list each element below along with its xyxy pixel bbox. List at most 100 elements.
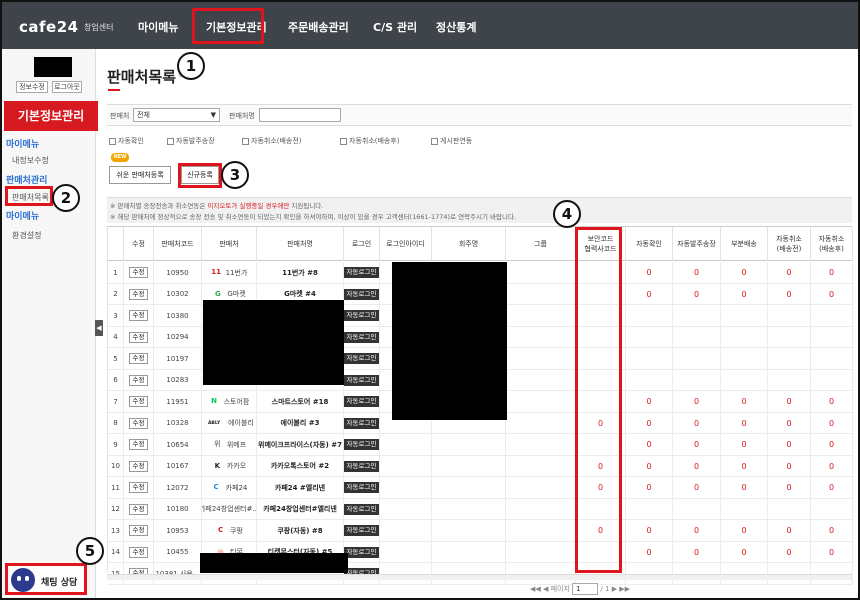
auto-login-button[interactable]: 자동로그인 <box>344 482 379 493</box>
checkbox-auto-cancel-after[interactable]: 자동취소(배송후) <box>340 136 400 146</box>
chat-consult-button[interactable]: 채팅 상담 <box>5 563 87 595</box>
cell-edit: 수정 <box>124 541 154 563</box>
checkbox-auto-invoice[interactable]: 자동발주송장 <box>167 136 215 146</box>
cell-login-id <box>380 455 432 477</box>
auto-login-button[interactable]: 자동로그인 <box>344 546 379 558</box>
table-row[interactable]: 11 수정 12072 C 카페24 카페24 #엘리넨 자동로그인 0 0 0 0 0 0 <box>108 477 853 499</box>
cafe24-logo[interactable]: cafe24 <box>19 18 79 36</box>
highlight-box-security-code-column <box>575 227 622 573</box>
zero-value: 0 <box>828 397 835 406</box>
zero-value: 0 <box>646 483 652 492</box>
header-partial-ship: 부분배송 <box>721 227 768 261</box>
sidebar-head-my-menu-2[interactable]: 마이메뉴 <box>6 209 39 222</box>
cell-code: 10302 <box>154 283 202 305</box>
cell-no: 1 <box>108 262 124 283</box>
pager-prev[interactable]: ◀◀ ◀ <box>530 585 548 593</box>
table-row[interactable]: 12 수정 10180 카페24창업센터#... 카페24창업센터#엘리넨 자동로그인 <box>108 498 853 520</box>
edit-button[interactable]: 수정 <box>128 353 149 364</box>
sidebar-head-seller-mgmt[interactable]: 판매처관리 <box>6 173 47 186</box>
cell-code: 11951 <box>154 391 202 412</box>
cell-auto-cancel-after: 0 <box>811 541 853 563</box>
seller-table: 수정 판매처코드 판매처 판매처명 로그인 로그인아이디 회주명 그룹 보안코드 협력사코드 자동… <box>107 226 853 585</box>
seller-code: 10294 <box>166 333 189 341</box>
nav-my-menu[interactable]: 마이메뉴 <box>138 19 178 35</box>
edit-button[interactable]: 수정 <box>128 482 149 493</box>
zero-value: 0 <box>741 397 747 406</box>
edit-button[interactable]: 수정 <box>128 267 149 278</box>
auto-login-button[interactable]: 자동로그인 <box>344 417 379 429</box>
nav-order-shipping[interactable]: 주문배송관리 <box>288 19 349 35</box>
table-row[interactable]: 13 수정 10953 C 쿠팡 쿠팡(자동) #8 자동로그인 0 0 0 0 0 0 <box>108 520 853 542</box>
cell-auto-invoice: 0 <box>673 391 721 412</box>
checkbox-board-link[interactable]: 게시판연동 <box>431 136 472 146</box>
auto-login-button[interactable]: 자동로그인 <box>344 310 379 321</box>
seller-select[interactable]: 전체 ▼ <box>133 108 220 122</box>
edit-button[interactable]: 수정 <box>128 331 149 343</box>
cell-edit: 수정 <box>124 262 154 283</box>
cell-group <box>506 391 576 412</box>
sidebar-item-edit-profile[interactable]: 내정보수정 <box>12 155 49 166</box>
auto-login-button[interactable]: 자동로그인 <box>344 374 379 386</box>
page-input[interactable]: 1 <box>572 583 599 595</box>
mall-logo-icon: ABLY <box>207 420 221 426</box>
sidebar-collapse-toggle[interactable]: ◀ <box>95 320 103 336</box>
edit-button[interactable]: 수정 <box>128 288 149 300</box>
zero-value: 0 <box>693 268 700 277</box>
cell-auto-confirm <box>626 498 673 520</box>
mall-name: 카카오 <box>226 462 247 470</box>
checkbox-auto-confirm[interactable]: 자동확인 <box>109 136 144 146</box>
edit-button[interactable]: 수정 <box>128 439 149 450</box>
seller-name-input[interactable] <box>259 108 341 122</box>
cell-partial-ship: 0 <box>721 455 768 477</box>
nav-cs[interactable]: C/S 관리 <box>373 19 417 35</box>
sidebar-head-my-menu[interactable]: 마이메뉴 <box>6 137 39 150</box>
auto-login-button[interactable]: 자동로그인 <box>344 396 379 407</box>
edit-button[interactable]: 수정 <box>128 374 149 386</box>
edit-button[interactable]: 수정 <box>128 546 149 558</box>
row-number: 12 <box>111 505 120 513</box>
auto-login-button[interactable]: 자동로그인 <box>344 503 379 515</box>
cell-auto-invoice: 0 <box>673 455 721 477</box>
horizontal-scrollbar[interactable] <box>107 574 852 580</box>
auto-login-button[interactable]: 자동로그인 <box>344 525 379 536</box>
edit-button[interactable]: 수정 <box>128 460 149 472</box>
cell-auto-confirm: 0 <box>626 283 673 305</box>
auto-login-button[interactable]: 자동로그인 <box>344 460 379 472</box>
table-row[interactable]: 9 수정 10654 위 위메프 위메이크프라이스(자동) #7 자동로그인 0 0 0 0 0 <box>108 434 853 456</box>
auto-login-button[interactable]: 자동로그인 <box>344 331 379 343</box>
cell-auto-confirm: 0 <box>626 477 673 498</box>
cell-login: 자동로그인 <box>344 348 380 369</box>
edit-button[interactable]: 수정 <box>128 310 149 321</box>
nav-settlement[interactable]: 정산통계 <box>436 19 476 35</box>
pager-next[interactable]: ▶ ▶▶ <box>612 585 630 593</box>
table-row[interactable]: 10 수정 10167 K 카카오 카카오톡스토어 #2 자동로그인 0 0 0 0 0 0 <box>108 455 853 477</box>
zero-value: 0 <box>693 483 700 492</box>
row-number: 11 <box>111 483 120 492</box>
edit-button[interactable]: 수정 <box>128 396 149 407</box>
notice-box: ※ 판매처별 송장전송과 취소연동은 이지오토가 실행중일 경우에만 지원됩니다… <box>107 197 852 223</box>
cell-login: 자동로그인 <box>344 498 380 520</box>
edit-button[interactable]: 수정 <box>128 417 149 429</box>
page-title: 판매처목록 <box>107 68 177 86</box>
header-auto-cancel-after: 자동취소 (배송후) <box>811 227 853 261</box>
cell-code: 10328 <box>154 412 202 434</box>
checkbox-auto-cancel-before[interactable]: 자동취소(배송전) <box>242 136 302 146</box>
easy-register-button[interactable]: 쉬운 판매처등록 <box>109 166 171 184</box>
top-navigation-bar: cafe24 창업센터 마이메뉴 기본정보관리 주문배송관리 C/S 관리 정산… <box>2 2 858 49</box>
logo-subtitle: 창업센터 <box>84 23 114 32</box>
auto-login-button[interactable]: 자동로그인 <box>344 288 379 300</box>
cell-edit: 수정 <box>124 283 154 305</box>
auto-login-button[interactable]: 자동로그인 <box>344 439 379 450</box>
edit-button[interactable]: 수정 <box>128 525 149 536</box>
sidebar-item-settings[interactable]: 환경설정 <box>12 230 41 241</box>
cell-login: 자동로그인 <box>344 455 380 477</box>
edit-button[interactable]: 수정 <box>128 503 149 515</box>
cell-auto-cancel-after: 0 <box>811 455 853 477</box>
logout-button[interactable]: 로그아웃 <box>52 81 82 93</box>
cell-seller-name: 스마트스토어 #18 <box>257 391 344 412</box>
auto-login-button[interactable]: 자동로그인 <box>344 267 379 278</box>
cell-edit: 수정 <box>124 434 154 455</box>
edit-info-button[interactable]: 정보수정 <box>16 81 48 93</box>
zero-value: 0 <box>741 483 747 492</box>
auto-login-button[interactable]: 자동로그인 <box>344 353 379 364</box>
